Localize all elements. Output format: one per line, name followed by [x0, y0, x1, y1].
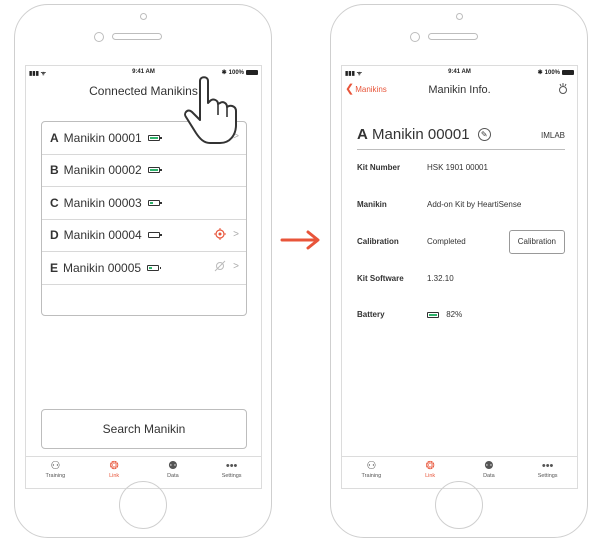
- battery-icon: [147, 232, 162, 239]
- status-battery-pct: 100%: [544, 69, 560, 76]
- data-icon: ⚉: [483, 460, 494, 472]
- home-button[interactable]: [119, 481, 167, 529]
- battery-icon: [147, 264, 162, 271]
- manikin-title: A Manikin 00001 ✎: [357, 126, 491, 143]
- front-camera: [410, 32, 420, 42]
- front-sensor: [456, 13, 463, 20]
- manikin-name: Manikin 00001: [63, 130, 142, 145]
- arrow-right-icon: [280, 230, 320, 250]
- tap-hand-icon: [184, 76, 237, 144]
- earpiece-speaker: [112, 33, 162, 40]
- chevron-right-icon: >: [233, 261, 239, 272]
- manikin-name: Manikin 00004: [63, 228, 142, 243]
- manikin-name: Manikin 00001: [372, 126, 470, 143]
- tab-training[interactable]: ⚇ Training: [26, 457, 85, 488]
- earpiece-speaker: [428, 33, 478, 40]
- manikin-letter: A: [50, 130, 59, 145]
- data-icon: ⚉: [167, 460, 178, 472]
- manikin-row-e[interactable]: E Manikin 00005 >: [42, 252, 246, 285]
- manikin-letter: C: [50, 195, 59, 210]
- settings-icon: •••: [225, 460, 238, 472]
- bluetooth-icon: ✱: [537, 70, 543, 76]
- settings-icon: •••: [541, 460, 554, 472]
- nav-bar: ❮ Manikins Manikin Info.: [342, 80, 577, 102]
- chevron-right-icon: >: [233, 228, 239, 240]
- edit-icon[interactable]: ✎: [477, 128, 491, 141]
- home-button[interactable]: [435, 481, 483, 529]
- tab-settings[interactable]: ••• Settings: [202, 457, 261, 488]
- tab-settings[interactable]: ••• Settings: [518, 457, 577, 488]
- manikin-list: A Manikin 00001 > B Manikin 00002 C Mani…: [41, 121, 247, 316]
- calibration-row: Calibration Completed Calibration: [357, 230, 565, 254]
- manikin-letter: B: [50, 163, 59, 178]
- tab-training[interactable]: ⚇ Training: [342, 457, 401, 488]
- manikin-letter: D: [50, 228, 59, 243]
- battery-icon: [147, 199, 162, 206]
- manikin-row-c[interactable]: C Manikin 00003: [42, 187, 246, 220]
- manikin-row-d[interactable]: D Manikin 00004 >: [42, 220, 246, 252]
- search-manikin-button[interactable]: Search Manikin: [41, 409, 247, 449]
- page-title: Manikin Info.: [428, 84, 491, 96]
- training-icon: ⚇: [366, 460, 377, 472]
- calibration-button[interactable]: Calibration: [508, 230, 565, 254]
- target-icon: [214, 227, 226, 243]
- left-phone: ▮▮▮ ᯤ 9:41 AM ✱ 100% Connected Manikins …: [14, 4, 272, 538]
- status-bar: ▮▮▮ ᯤ 9:41 AM ✱ 100%: [342, 66, 577, 80]
- manikin-name: Manikin 00003: [63, 195, 142, 210]
- battery-icon: [562, 70, 574, 75]
- owner-label: IMLAB: [540, 131, 565, 140]
- disconnected-icon: [214, 260, 226, 275]
- battery-value: 82%: [427, 305, 462, 325]
- link-icon: ❂: [425, 460, 435, 472]
- manikin-letter: E: [50, 260, 59, 275]
- manikin-name: Manikin 00002: [63, 163, 142, 178]
- front-sensor: [140, 13, 147, 20]
- link-icon: ❂: [109, 460, 119, 472]
- manikin-connect-icon[interactable]: [557, 82, 569, 98]
- front-camera: [94, 32, 104, 42]
- manikin-row: Manikin Add-on Kit by HeartiSense: [357, 200, 522, 209]
- manikin-letter: A: [357, 126, 368, 143]
- right-phone: ▮▮▮ ᯤ 9:41 AM ✱ 100% ❮ Manikins Manikin …: [330, 4, 588, 538]
- manikin-row-b[interactable]: B Manikin 00002: [42, 155, 246, 187]
- battery-icon: [147, 134, 162, 141]
- manikin-header: A Manikin 00001 ✎ IMLAB: [357, 122, 565, 150]
- kit-software-row: Kit Software 1.32.10: [357, 274, 454, 283]
- status-battery: ✱ 100%: [538, 69, 574, 76]
- kit-number-row: Kit Number HSK 1901 00001: [357, 163, 488, 172]
- battery-row: Battery 82%: [357, 305, 565, 325]
- battery-icon: [427, 312, 439, 318]
- battery-icon: [147, 167, 162, 174]
- manikin-name: Manikin 00005: [63, 260, 142, 275]
- training-icon: ⚇: [50, 460, 61, 472]
- manikin-info-screen: ▮▮▮ ᯤ 9:41 AM ✱ 100% ❮ Manikins Manikin …: [341, 65, 578, 489]
